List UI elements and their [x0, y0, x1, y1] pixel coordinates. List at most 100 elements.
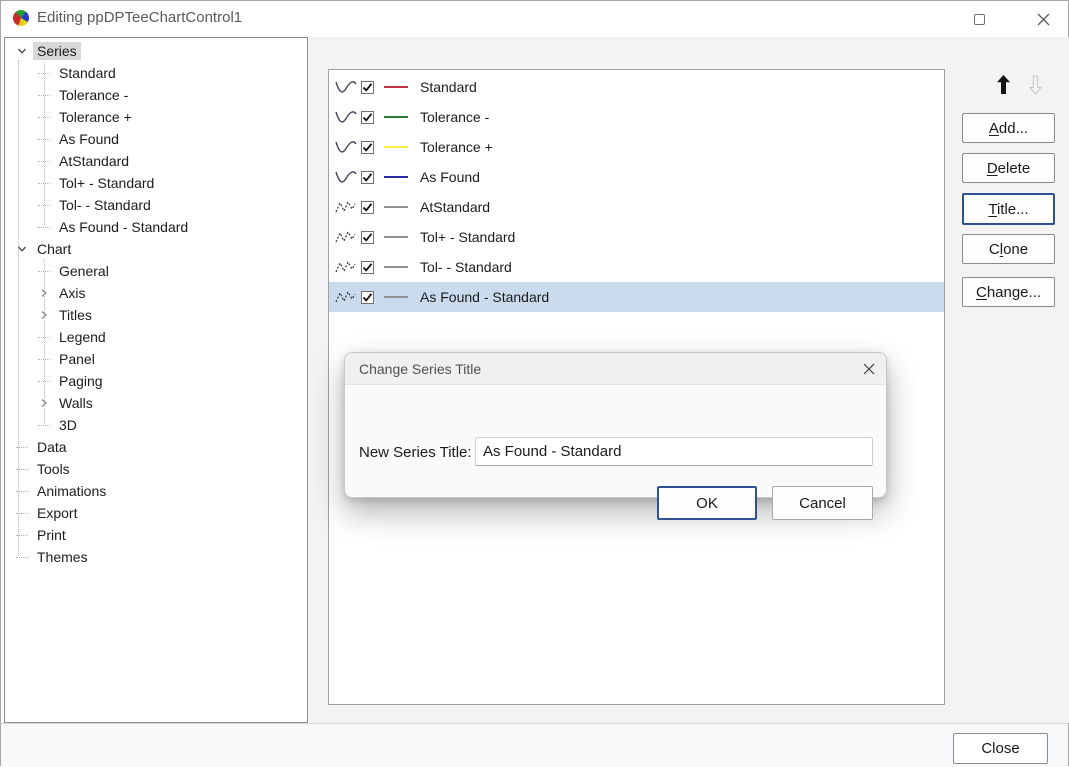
series-row-as-found-standard[interactable]: As Found - Standard	[329, 282, 944, 312]
cancel-button[interactable]: Cancel	[772, 486, 873, 520]
delete-series-button[interactable]: Delete	[962, 153, 1055, 183]
tree-item-tol-standard[interactable]: Tol+ - Standard	[5, 172, 307, 194]
series-name: Tol+ - Standard	[420, 229, 515, 245]
tree-item-general[interactable]: General	[5, 260, 307, 282]
chevron-right-icon[interactable]	[39, 310, 49, 320]
line-series-curve-icon	[335, 139, 357, 155]
tree-connector-stub	[38, 359, 50, 360]
chevron-right-icon[interactable]	[39, 288, 49, 298]
series-visible-checkbox[interactable]	[361, 201, 374, 214]
tree-item-label: Tol- - Standard	[55, 196, 155, 214]
chevron-right-icon[interactable]	[39, 398, 49, 408]
tree-item-axis[interactable]: Axis	[5, 282, 307, 304]
tree-item-label: Paging	[55, 372, 107, 390]
series-name: As Found - Standard	[420, 289, 549, 305]
tree-item-as-found-standard[interactable]: As Found - Standard	[5, 216, 307, 238]
tree-connector-stub	[38, 95, 50, 96]
series-row-tolerance[interactable]: Tolerance +	[329, 132, 944, 162]
fastline-series-zigzag-icon	[335, 199, 357, 215]
arrow-down-icon	[1029, 75, 1042, 95]
tree-item-animations[interactable]: Animations	[5, 480, 307, 502]
tree-item-label: Print	[33, 526, 70, 544]
dialog-title: Change Series Title	[359, 361, 852, 377]
series-visible-checkbox[interactable]	[361, 141, 374, 154]
close-editor-button[interactable]: Close	[953, 733, 1048, 764]
tree-item-titles[interactable]: Titles	[5, 304, 307, 326]
move-series-down-button[interactable]	[1023, 71, 1047, 99]
tree-item-export[interactable]: Export	[5, 502, 307, 524]
tree-connector-stub	[16, 535, 28, 536]
new-series-title-input[interactable]	[475, 437, 873, 466]
add-series-button[interactable]: Add...	[962, 113, 1055, 143]
tree-connector-stub	[38, 337, 50, 338]
series-row-as-found[interactable]: As Found	[329, 162, 944, 192]
window-titlebar: Editing ppDPTeeChartControl1	[1, 1, 1068, 37]
check-icon	[362, 202, 373, 213]
series-row-tolerance[interactable]: Tolerance -	[329, 102, 944, 132]
series-visible-checkbox[interactable]	[361, 261, 374, 274]
tree-connector-stub	[16, 447, 28, 448]
fastline-series-zigzag-icon	[335, 229, 357, 245]
tree-item-paging[interactable]: Paging	[5, 370, 307, 392]
dialog-titlebar[interactable]: Change Series Title	[345, 353, 886, 385]
tree-item-standard[interactable]: Standard	[5, 62, 307, 84]
series-color-swatch	[384, 146, 408, 148]
chevron-down-icon[interactable]	[17, 46, 27, 56]
tree-item-tol-standard[interactable]: Tol- - Standard	[5, 194, 307, 216]
title-series-button[interactable]: Title...	[962, 193, 1055, 225]
series-visible-checkbox[interactable]	[361, 171, 374, 184]
tree-item-label: Tol+ - Standard	[55, 174, 158, 192]
ok-button[interactable]: OK	[657, 486, 757, 520]
series-row-tol-standard[interactable]: Tol+ - Standard	[329, 222, 944, 252]
series-visible-checkbox[interactable]	[361, 231, 374, 244]
tree-item-tolerance[interactable]: Tolerance -	[5, 84, 307, 106]
tree-item-label: Legend	[55, 328, 110, 346]
series-visible-checkbox[interactable]	[361, 111, 374, 124]
tree-connector-stub	[16, 513, 28, 514]
arrow-up-icon	[996, 74, 1011, 95]
series-row-standard[interactable]: Standard	[329, 72, 944, 102]
series-name: As Found	[420, 169, 480, 185]
series-name: AtStandard	[420, 199, 490, 215]
change-series-button[interactable]: Change...	[962, 277, 1055, 307]
dialog-close-button[interactable]	[852, 354, 886, 384]
tree-item-themes[interactable]: Themes	[5, 546, 307, 568]
tree-item-chart[interactable]: Chart	[5, 238, 307, 260]
series-row-tol-standard[interactable]: Tol- - Standard	[329, 252, 944, 282]
check-icon	[362, 172, 373, 183]
series-row-atstandard[interactable]: AtStandard	[329, 192, 944, 222]
tree-item-tolerance[interactable]: Tolerance +	[5, 106, 307, 128]
tree-item-label: Titles	[55, 306, 96, 324]
tree-item-label: Data	[33, 438, 71, 456]
clone-series-button[interactable]: Clone	[962, 234, 1055, 264]
series-name: Tolerance +	[420, 139, 493, 155]
tree-connector-stub	[38, 183, 50, 184]
tree-item-tools[interactable]: Tools	[5, 458, 307, 480]
series-visible-checkbox[interactable]	[361, 81, 374, 94]
editor-tree-panel: Series Standard Tolerance - Tolerance + …	[4, 37, 308, 723]
tree-connector-stub	[16, 491, 28, 492]
tree-item-as-found[interactable]: As Found	[5, 128, 307, 150]
tree-item-label: Series	[33, 42, 81, 60]
window-close-button[interactable]	[1023, 5, 1063, 33]
tree-connector-stub	[38, 271, 50, 272]
tree-item-legend[interactable]: Legend	[5, 326, 307, 348]
maximize-button[interactable]	[959, 5, 999, 33]
tree-item-panel[interactable]: Panel	[5, 348, 307, 370]
line-series-curve-icon	[335, 109, 357, 125]
tree-item-data[interactable]: Data	[5, 436, 307, 458]
tree-connector-stub	[38, 381, 50, 382]
tree-item-print[interactable]: Print	[5, 524, 307, 546]
tree-item-atstandard[interactable]: AtStandard	[5, 150, 307, 172]
series-color-swatch	[384, 116, 408, 118]
tree-item-3d[interactable]: 3D	[5, 414, 307, 436]
tree-connector-stub	[38, 73, 50, 74]
tree-item-label: Themes	[33, 548, 92, 566]
series-visible-checkbox[interactable]	[361, 291, 374, 304]
tree-item-series[interactable]: Series	[5, 40, 307, 62]
chevron-down-icon[interactable]	[17, 244, 27, 254]
tree-item-label: Tolerance -	[55, 86, 132, 104]
close-icon	[1037, 13, 1050, 26]
move-series-up-button[interactable]	[989, 69, 1017, 99]
tree-item-walls[interactable]: Walls	[5, 392, 307, 414]
